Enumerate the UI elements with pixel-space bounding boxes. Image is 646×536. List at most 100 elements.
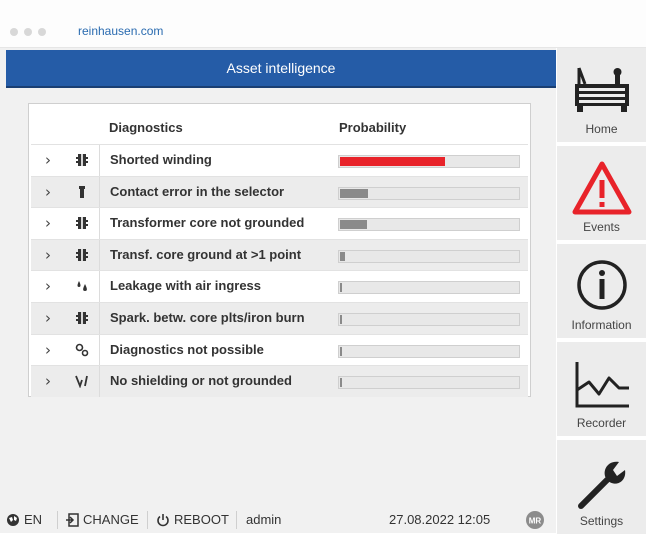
sidebar: Home Events Information Recorder Setting…: [557, 48, 646, 536]
chevron-right-icon[interactable]: ›: [45, 183, 51, 201]
diagnostic-row[interactable]: › Leakage with air ingress: [31, 270, 528, 302]
row-divider: [99, 302, 100, 334]
chevron-right-icon[interactable]: ›: [45, 214, 51, 232]
probability-bar-fill: [340, 378, 342, 388]
wrench-icon: [578, 461, 626, 509]
column-header-diagnostics: Diagnostics: [109, 120, 183, 135]
diagnostic-label: Shorted winding: [110, 152, 212, 167]
diagnostic-label: Leakage with air ingress: [110, 278, 262, 294]
probability-bar: [338, 155, 520, 168]
warning-icon: [572, 161, 632, 215]
drops-icon: [75, 278, 89, 292]
diagnostic-label: Transf. core ground at >1 point: [110, 246, 302, 262]
sidebar-label-home: Home: [585, 122, 618, 136]
probability-bar: [338, 249, 520, 263]
footer-divider: [236, 511, 237, 529]
diagnostic-row[interactable]: › No shielding or not grounded: [31, 365, 528, 397]
datetime-label: 27.08.2022 12:05: [389, 512, 491, 527]
globe-icon: [7, 513, 19, 526]
row-divider: [99, 176, 100, 208]
change-label: CHANGE: [83, 512, 139, 527]
transformer-core-icon: [75, 310, 89, 324]
row-divider: [99, 239, 100, 271]
diagnostic-row[interactable]: › Transformer core not grounded: [31, 207, 528, 239]
transformer-icon: [575, 67, 629, 112]
probability-bar-fill: [340, 188, 368, 198]
diagnostic-label: Diagnostics not possible: [110, 341, 264, 357]
chevron-right-icon[interactable]: ›: [45, 309, 51, 327]
shielding-icon: [75, 373, 89, 389]
probability-bar-fill: [340, 220, 367, 230]
probability-bar: [338, 218, 520, 232]
column-header-probability: Probability: [339, 120, 407, 135]
language-label: EN: [24, 512, 43, 527]
transformer-core-icon: [75, 215, 89, 230]
chevron-right-icon[interactable]: ›: [45, 246, 51, 264]
chevron-right-icon[interactable]: ›: [45, 372, 51, 390]
diagnostics-panel: Diagnostics Probability › Shorted winding…: [28, 103, 531, 397]
chevron-right-icon[interactable]: ›: [45, 277, 51, 295]
diagnostic-row[interactable]: › Spark. betw. core plts/iron burn: [31, 301, 528, 334]
probability-bar: [338, 312, 520, 326]
user-label: admin: [246, 512, 282, 527]
footer-divider: [57, 511, 58, 529]
datetime: 27.08.2022 12:05: [389, 512, 490, 527]
probability-bar: [338, 376, 520, 390]
sidebar-item-recorder[interactable]: Recorder: [557, 342, 646, 438]
page-title: Asset intelligence: [226, 60, 336, 76]
sidebar-item-home[interactable]: Home: [557, 48, 646, 144]
window-dot-maximize[interactable]: [38, 28, 46, 36]
change-button[interactable]: CHANGE: [65, 512, 139, 527]
sidebar-label-recorder: Recorder: [576, 416, 627, 430]
footer-divider: [147, 511, 148, 529]
svg-text:MR: MR: [529, 517, 542, 526]
reboot-button[interactable]: REBOOT: [156, 512, 229, 527]
probability-bar-fill: [340, 346, 342, 356]
mr-logo: MR: [525, 510, 545, 530]
row-divider: [99, 271, 100, 302]
selector-contact-icon: [75, 184, 89, 198]
row-divider: [99, 334, 100, 366]
window-dot-close[interactable]: [10, 28, 18, 36]
url-text[interactable]: reinhausen.com: [78, 24, 163, 38]
diagnostic-row[interactable]: › Diagnostics not possible: [31, 333, 528, 366]
diagnostics-list: › Shorted winding › Contact error in the se…: [31, 144, 528, 397]
reboot-label: REBOOT: [174, 512, 229, 527]
sidebar-label-events: Events: [583, 220, 620, 234]
sidebar-item-events[interactable]: Events: [557, 146, 646, 242]
transformer-core-icon: [75, 152, 89, 166]
row-divider: [99, 208, 100, 239]
mr-logo-icon: MR: [526, 511, 544, 529]
sidebar-item-settings[interactable]: Settings: [557, 440, 646, 536]
diagnostic-row[interactable]: › Transf. core ground at >1 point: [31, 238, 528, 271]
row-divider: [99, 366, 100, 397]
info-icon: [577, 260, 627, 310]
status-bar: EN CHANGE REBOOT admin 27.08.2022 12:05 …: [0, 503, 556, 533]
main-area: Asset intelligence Diagnostics Probabili…: [0, 48, 556, 533]
language-selector[interactable]: EN: [6, 512, 42, 527]
diagnostic-label: Transformer core not grounded: [110, 215, 305, 231]
chevron-right-icon[interactable]: ›: [45, 341, 51, 359]
recorder-chart-icon: [575, 362, 629, 408]
sidebar-label-information: Information: [571, 318, 632, 332]
power-icon: [157, 513, 169, 526]
current-user: admin: [246, 512, 281, 527]
browser-bar: reinhausen.com: [0, 0, 646, 48]
diagnostic-row[interactable]: › Shorted winding: [31, 144, 528, 176]
transformer-core-icon: [75, 247, 89, 261]
row-divider: [99, 145, 100, 176]
probability-bar-fill: [340, 314, 342, 324]
diagnostic-row[interactable]: › Contact error in the selector: [31, 175, 528, 208]
probability-bar: [338, 344, 520, 358]
probability-bar-fill: [340, 283, 342, 293]
probability-bar-fill: [340, 157, 445, 166]
sidebar-item-information[interactable]: Information: [557, 244, 646, 340]
gears-icon: [75, 342, 89, 356]
diagnostic-label: Contact error in the selector: [110, 183, 285, 199]
chevron-right-icon[interactable]: ›: [45, 151, 51, 169]
sidebar-label-settings: Settings: [579, 514, 624, 528]
window-controls: [10, 28, 46, 36]
diagnostic-label: No shielding or not grounded: [110, 373, 292, 389]
diagnostic-label: Spark. betw. core plts/iron burn: [110, 309, 305, 325]
window-dot-minimize[interactable]: [24, 28, 32, 36]
